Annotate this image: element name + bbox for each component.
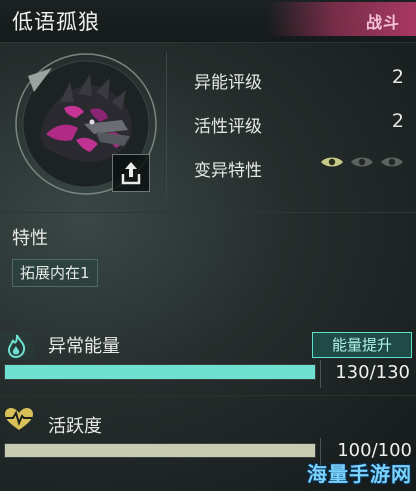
heartbeat-icon (5, 408, 33, 430)
activity-label: 活跃度 (48, 416, 102, 437)
energy-upgrade-button[interactable]: 能量提升 (312, 332, 412, 358)
watermark: 海量手游网 (307, 462, 412, 486)
energy-label: 异常能量 (48, 336, 120, 357)
share-button[interactable] (112, 154, 150, 192)
activity-bar (4, 443, 316, 458)
stat-label-activity-rating: 活性评级 (194, 117, 262, 137)
stat-value-activity-rating: 2 (391, 110, 404, 132)
eye-icon-active (321, 157, 343, 167)
flame-icon (0, 332, 36, 360)
trait-chip[interactable]: 拓展内在1 (12, 259, 98, 287)
divider (0, 395, 416, 396)
divider (320, 360, 321, 388)
energy-bar-fill (5, 365, 315, 379)
eye-icon-inactive (381, 157, 403, 167)
share-icon (121, 162, 141, 185)
battle-label: 战斗 (365, 13, 400, 32)
energy-value: 130/130 (335, 362, 410, 383)
energy-bar (4, 364, 316, 380)
stat-label-mutation-trait: 变异特性 (194, 161, 262, 181)
eye-icon-inactive (351, 157, 373, 167)
page-title: 低语孤狼 (12, 10, 100, 34)
stat-value-ability-rating: 2 (391, 66, 404, 88)
stat-label-ability-rating: 异能评级 (194, 73, 262, 93)
activity-bar-fill (5, 444, 315, 457)
divider (0, 212, 416, 213)
divider (166, 52, 167, 198)
traits-heading: 特性 (12, 228, 48, 249)
